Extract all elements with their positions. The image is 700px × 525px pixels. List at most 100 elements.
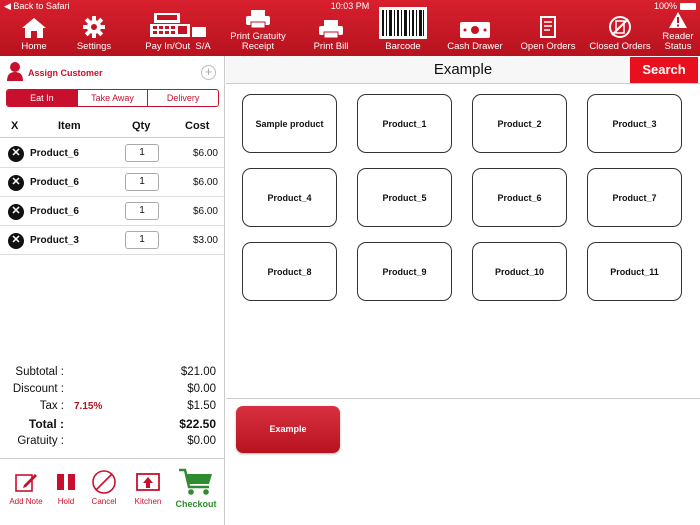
hold-label: Hold	[57, 497, 75, 506]
product-tile[interactable]: Product_2	[472, 94, 567, 153]
settings-label: Settings	[76, 41, 112, 52]
item-cost: $6.00	[192, 148, 218, 159]
tax-value: $1.50	[187, 400, 216, 412]
product-tile[interactable]: Product_4	[242, 168, 337, 227]
remove-item-icon[interactable]: ✕	[8, 146, 24, 162]
tab-eat-in[interactable]: Eat In	[7, 90, 77, 106]
assign-customer-row[interactable]: Assign Customer +	[6, 61, 216, 86]
tax-rate[interactable]: 7.15%	[74, 401, 102, 412]
table-row: ✕ Product_3 1 $3.00	[0, 226, 224, 255]
note-icon	[6, 469, 46, 495]
kitchen-label: Kitchen	[134, 497, 162, 506]
cash-drawer-label: Cash Drawer	[447, 41, 503, 52]
table-row: ✕ Product_6 1 $6.00	[0, 139, 224, 168]
total-label: Total :	[28, 417, 64, 431]
subtotal-row: Subtotal : $21.00	[0, 366, 224, 382]
remove-item-icon[interactable]: ✕	[8, 204, 24, 220]
send-to-kitchen-icon	[128, 469, 168, 495]
product-tile[interactable]: Product_1	[357, 94, 452, 153]
product-tile[interactable]: Product_10	[472, 242, 567, 301]
cart-icon	[172, 467, 220, 497]
open-orders-label: Open Orders	[520, 41, 576, 52]
cancel-button[interactable]: Cancel	[84, 469, 124, 506]
cancel-icon	[84, 469, 124, 495]
barcode-label: Barcode	[385, 41, 421, 52]
warning-icon	[668, 11, 688, 29]
search-button[interactable]: Search	[630, 57, 698, 83]
table-row: ✕ Product_6 1 $6.00	[0, 197, 224, 226]
category-button-example[interactable]: Example	[236, 406, 340, 453]
qty-field[interactable]: 1	[125, 173, 159, 191]
category-header: Example Search	[226, 56, 700, 84]
kitchen-button[interactable]: Kitchen	[128, 469, 168, 506]
checkout-label: Checkout	[175, 499, 217, 509]
subtotal-value: $21.00	[180, 366, 216, 378]
product-tile[interactable]: Product_8	[242, 242, 337, 301]
cancel-label: Cancel	[91, 497, 117, 506]
tab-take-away[interactable]: Take Away	[76, 90, 148, 106]
subtotal-label: Subtotal :	[15, 366, 64, 378]
remove-item-icon[interactable]: ✕	[8, 233, 24, 249]
qty-field[interactable]: 1	[125, 144, 159, 162]
home-icon	[21, 17, 47, 39]
remove-item-icon[interactable]: ✕	[8, 175, 24, 191]
col-item: Item	[58, 120, 81, 132]
product-tile[interactable]: Product_9	[357, 242, 452, 301]
pause-icon	[46, 469, 86, 495]
product-tile[interactable]: Product_3	[587, 94, 682, 153]
discount-value: $0.00	[187, 383, 216, 395]
product-tile[interactable]: Product_5	[357, 168, 452, 227]
person-icon	[6, 61, 24, 86]
product-tile[interactable]: Product_7	[587, 168, 682, 227]
product-tile[interactable]: Sample product	[242, 94, 337, 153]
add-note-label: Add Note	[9, 497, 43, 506]
print-gratuity-label-2: Receipt	[241, 41, 275, 52]
sa-label: S/A	[195, 41, 211, 52]
item-name: Product_6	[30, 148, 79, 159]
home-label: Home	[21, 41, 47, 52]
clock: 10:03 PM	[330, 1, 370, 11]
cash-icon	[459, 21, 491, 39]
printer-icon	[245, 9, 271, 29]
item-cost: $6.00	[192, 177, 218, 188]
checkout-button[interactable]: Checkout	[172, 467, 220, 509]
total-row: Total : $22.50	[0, 417, 224, 433]
order-type-tabs: Eat In Take Away Delivery	[6, 89, 219, 107]
total-value: $22.50	[179, 417, 216, 431]
section-divider	[226, 398, 700, 399]
product-tile[interactable]: Product_11	[587, 242, 682, 301]
discount-row: Discount : $0.00	[0, 383, 224, 399]
table-row: ✕ Product_6 1 $6.00	[0, 168, 224, 197]
hold-button[interactable]: Hold	[46, 469, 86, 506]
add-customer-icon[interactable]: +	[201, 65, 216, 80]
gratuity-row: Gratuity : $0.00	[0, 435, 224, 451]
tab-delivery[interactable]: Delivery	[147, 90, 218, 106]
receipt-icon	[538, 15, 558, 39]
pay-in-out-label: Pay In/Out S/A	[145, 42, 210, 52]
gear-icon	[82, 15, 106, 39]
item-name: Product_3	[30, 235, 79, 246]
item-cost: $6.00	[192, 206, 218, 217]
battery: 100%	[654, 1, 696, 11]
item-name: Product_6	[30, 206, 79, 217]
battery-percent: 100%	[653, 1, 677, 11]
cash-register-icon	[148, 11, 208, 39]
item-cost: $3.00	[192, 235, 218, 246]
discount-label: Discount :	[12, 383, 64, 395]
tax-label: Tax :	[39, 400, 64, 412]
product-tile[interactable]: Product_6	[472, 168, 567, 227]
gratuity-label: Gratuity :	[17, 435, 64, 447]
qty-field[interactable]: 1	[125, 202, 159, 220]
item-name: Product_6	[30, 177, 79, 188]
gratuity-value: $0.00	[187, 435, 216, 447]
print-bill-label: Print Bill	[313, 41, 349, 52]
order-panel: Assign Customer + Eat In Take Away Deliv…	[0, 56, 225, 525]
qty-field[interactable]: 1	[125, 231, 159, 249]
status-bar: ◀ Back to Safari 10:03 PM 100%	[0, 0, 700, 12]
closed-orders-label: Closed Orders	[589, 41, 651, 52]
assign-customer-label: Assign Customer	[28, 68, 103, 78]
order-actions: Add Note Hold Cancel Kitchen Checkout	[0, 458, 224, 525]
col-cost: Cost	[185, 120, 210, 132]
add-note-button[interactable]: Add Note	[6, 469, 46, 506]
closed-receipt-icon	[608, 15, 632, 39]
